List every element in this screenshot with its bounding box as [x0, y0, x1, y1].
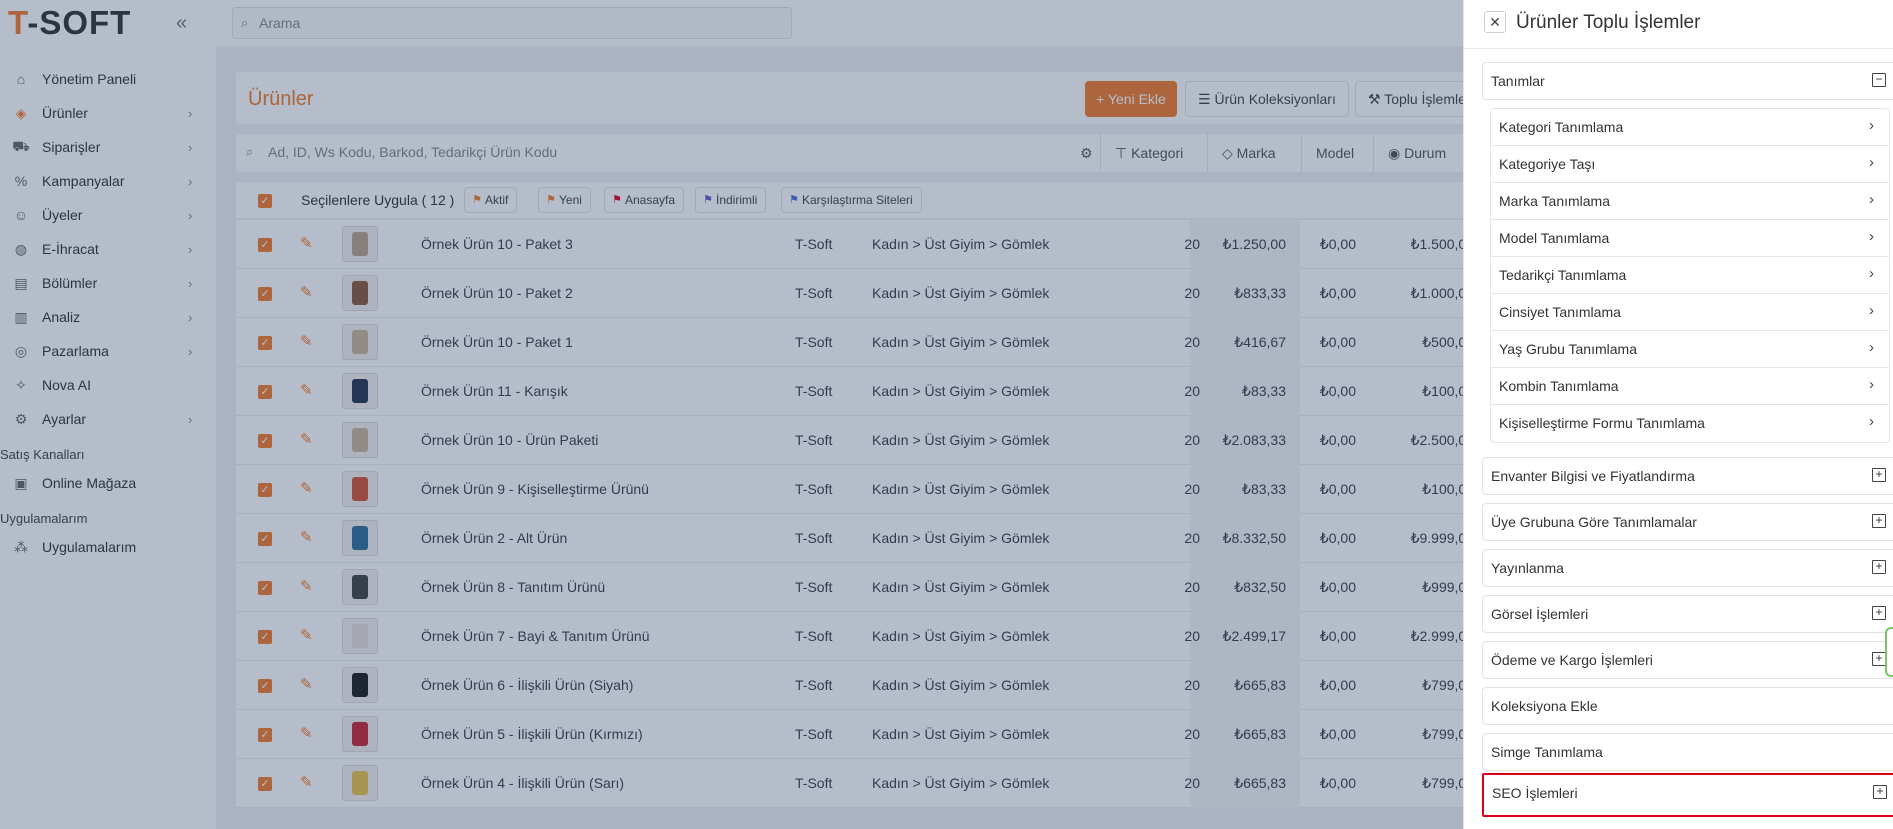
accordion-section-5[interactable]: Koleksiyona Ekle [1482, 687, 1893, 725]
expand-plus-icon[interactable]: + [1872, 606, 1886, 620]
expand-plus-icon[interactable]: + [1872, 560, 1886, 574]
definition-item-label: Tedarikçi Tanımlama [1499, 267, 1627, 283]
definition-item[interactable]: Yaş Grubu Tanımlama › [1491, 331, 1889, 368]
collapse-minus-icon[interactable]: − [1872, 73, 1886, 87]
definition-item[interactable]: Kategoriye Taşı › [1491, 146, 1889, 183]
accordion-definitions[interactable]: Tanımlar − [1482, 62, 1893, 100]
accordion-label: Tanımlar [1491, 73, 1545, 89]
definition-item[interactable]: Model Tanımlama › [1491, 220, 1889, 257]
definition-item[interactable]: Marka Tanımlama › [1491, 183, 1889, 220]
chevron-right-icon: › [1869, 191, 1874, 208]
panel-title: Ürünler Toplu İşlemler [1516, 12, 1701, 33]
accordion-label: Ödeme ve Kargo İşlemleri [1491, 652, 1653, 668]
definition-item-label: Model Tanımlama [1499, 230, 1610, 246]
accordion-section-3[interactable]: Görsel İşlemleri + [1482, 595, 1893, 633]
accordion-section-4[interactable]: Ödeme ve Kargo İşlemleri + [1482, 641, 1893, 679]
panel-header: ✕ Ürünler Toplu İşlemler [1464, 0, 1893, 49]
definition-item-label: Kombin Tanımlama [1499, 378, 1619, 394]
accordion-label: Üye Grubuna Göre Tanımlamalar [1491, 514, 1697, 530]
expand-plus-icon[interactable]: + [1873, 785, 1887, 799]
definition-item[interactable]: Kombin Tanımlama › [1491, 368, 1889, 405]
definition-item-label: Yaş Grubu Tanımlama [1499, 341, 1637, 357]
chevron-right-icon: › [1869, 302, 1874, 319]
accordion-label: Koleksiyona Ekle [1491, 698, 1598, 714]
chevron-right-icon: › [1869, 228, 1874, 245]
definitions-list: Kategori Tanımlama › Kategoriye Taşı › Marka… [1490, 108, 1890, 443]
definition-item-label: Marka Tanımlama [1499, 193, 1611, 209]
accordion-section-1[interactable]: Üye Grubuna Göre Tanımlamalar + [1482, 503, 1893, 541]
accordion-section-6[interactable]: Simge Tanımlama [1482, 733, 1893, 771]
definition-item[interactable]: Kategori Tanımlama › [1491, 109, 1889, 146]
chevron-right-icon: › [1869, 376, 1874, 393]
accordion-label: Envanter Bilgisi ve Fiyatlandırma [1491, 468, 1695, 484]
accordion-label: Yayınlanma [1491, 560, 1564, 576]
chevron-right-icon: › [1869, 265, 1874, 282]
accordion-section-2[interactable]: Yayınlanma + [1482, 549, 1893, 587]
chevron-right-icon: › [1869, 154, 1874, 171]
accordion-section-0[interactable]: Envanter Bilgisi ve Fiyatlandırma + [1482, 457, 1893, 495]
accordion-label: Simge Tanımlama [1491, 744, 1603, 760]
bulk-actions-panel: ✕ Ürünler Toplu İşlemler Tanımlar − Katego… [1463, 0, 1893, 829]
expand-plus-icon[interactable]: + [1872, 468, 1886, 482]
chevron-right-icon: › [1869, 339, 1874, 356]
accordion-section-7[interactable]: SEO İşlemleri + [1482, 773, 1893, 817]
close-icon[interactable]: ✕ [1484, 11, 1506, 33]
chevron-right-icon: › [1869, 413, 1874, 430]
definition-item[interactable]: Tedarikçi Tanımlama › [1491, 257, 1889, 294]
definition-item[interactable]: Cinsiyet Tanımlama › [1491, 294, 1889, 331]
definition-item-label: Kategori Tanımlama [1499, 119, 1624, 135]
definition-item[interactable]: Kişiselleştirme Formu Tanımlama › [1491, 405, 1889, 442]
modal-backdrop[interactable] [0, 0, 1463, 829]
chevron-right-icon: › [1869, 117, 1874, 134]
expand-plus-icon[interactable]: + [1872, 652, 1886, 666]
definition-item-label: Cinsiyet Tanımlama [1499, 304, 1621, 320]
expand-plus-icon[interactable]: + [1872, 514, 1886, 528]
accordion-label: Görsel İşlemleri [1491, 606, 1589, 622]
definition-item-label: Kişiselleştirme Formu Tanımlama [1499, 415, 1705, 431]
feedback-tab[interactable] [1885, 627, 1893, 677]
definition-item-label: Kategoriye Taşı [1499, 156, 1596, 172]
accordion-label: SEO İşlemleri [1492, 785, 1578, 801]
